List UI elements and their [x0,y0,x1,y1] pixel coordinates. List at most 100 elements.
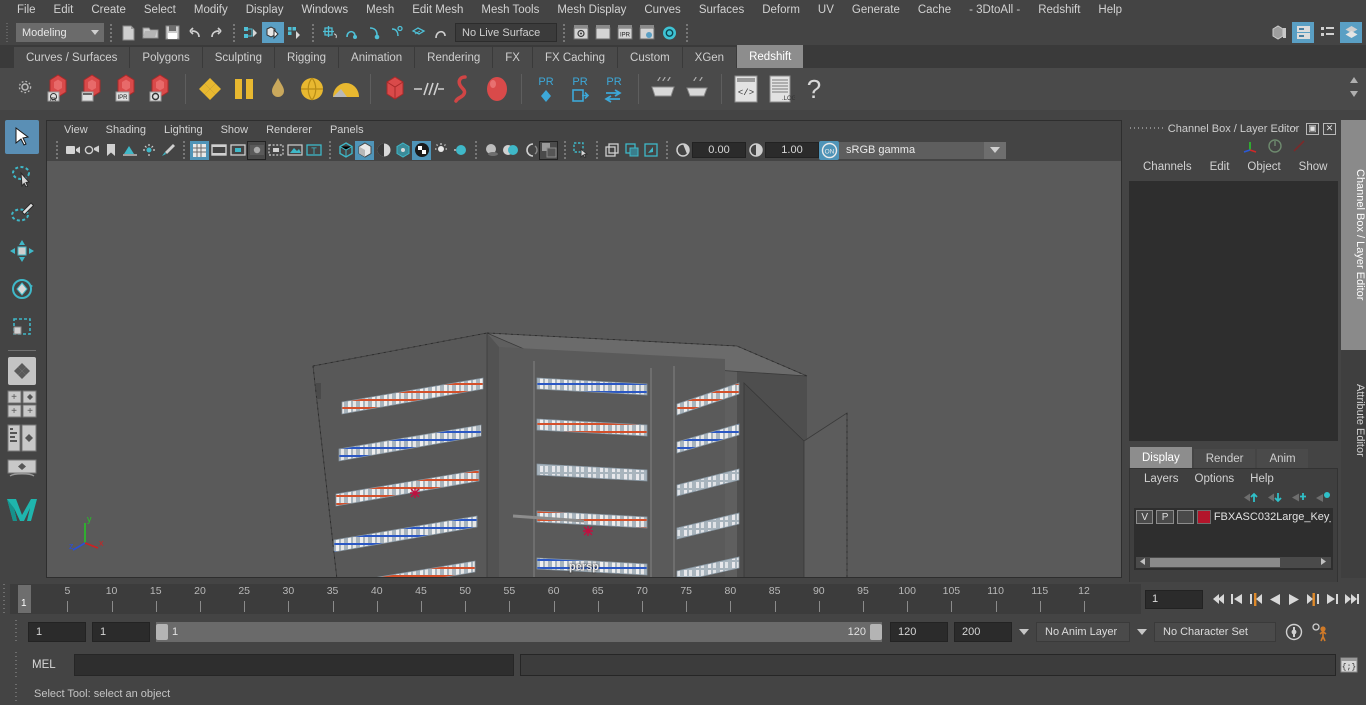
snap-to-curve-icon[interactable] [341,22,363,43]
menu-item-modify[interactable]: Modify [185,0,237,20]
shadows-icon[interactable] [482,141,501,160]
layer-tab-anim[interactable]: Anim [1257,449,1308,468]
range-slider-bar[interactable]: 1 120 [156,622,882,642]
layer-name[interactable]: FBXASC032Large_Key_C [1214,511,1331,523]
redshift-render-sequence-icon[interactable] [76,70,110,108]
redshift-render-settings-icon[interactable] [144,70,178,108]
pr-export-icon[interactable]: PR [563,70,597,108]
step-forward-frame-icon[interactable] [1304,588,1322,610]
menu-item-edit[interactable]: Edit [45,0,83,20]
channel-box-content[interactable] [1129,181,1338,441]
ao-icon[interactable] [501,141,520,160]
layer-playback-toggle[interactable]: P [1156,510,1174,524]
time-slider[interactable]: 1 5 10 15 20 25 30 35 40 45 50 55 60 65 70 75 80 85 90 95 10… [10,584,1141,614]
rs-volume-icon[interactable] [412,70,446,108]
multisample-icon[interactable] [539,140,558,160]
close-icon[interactable]: ✕ [1323,122,1336,135]
last-tool-icon[interactable] [8,357,36,385]
step-back-frame-icon[interactable] [1247,588,1265,610]
color-management-dropdown-arrow[interactable] [984,141,1006,159]
two-sided-lighting-icon[interactable] [139,141,158,160]
grid-toggle-icon[interactable] [190,140,209,160]
snap-to-projected-center-icon[interactable] [385,22,407,43]
scrollbar-thumb[interactable] [1150,558,1280,567]
menu-item-create[interactable]: Create [82,0,135,20]
resolution-gate-icon[interactable] [228,141,247,160]
layer-list-horizontal-scrollbar[interactable] [1136,557,1331,568]
channel-box-menu-show[interactable]: Show [1290,161,1337,173]
menu-item-windows[interactable]: Windows [292,0,357,20]
shelf-tab-animation[interactable]: Animation [339,47,416,68]
lighting-tool-icon[interactable] [158,141,177,160]
attribute-circle-icon[interactable] [1267,138,1283,154]
color-management-toggle-icon[interactable]: ON [819,140,839,160]
new-layer-icon[interactable] [1291,491,1307,504]
status-line-grip[interactable] [4,21,12,44]
checker-shading-icon[interactable] [412,140,431,160]
toolbar-separator-3[interactable] [308,23,317,43]
viewport-menu-view[interactable]: View [55,121,97,139]
viewport-menu-panels[interactable]: Panels [321,121,373,139]
scroll-right-arrow-icon[interactable] [1319,557,1328,569]
menu-item-help[interactable]: Help [1089,0,1131,20]
layer-tab-render[interactable]: Render [1193,449,1256,468]
command-input[interactable] [74,654,514,676]
rs-help-icon[interactable]: ? [797,70,831,108]
move-layer-down-icon[interactable] [1267,491,1283,504]
rs-physical-sun-icon[interactable] [329,70,363,108]
snapshot-icon[interactable] [641,141,660,160]
layer-menu-help[interactable]: Help [1242,473,1282,485]
layer-row[interactable]: V P FBXASC032Large_Key_C [1134,508,1333,526]
animation-end-field[interactable]: 200 [954,622,1012,642]
shelf-tab-custom[interactable]: Custom [618,47,683,68]
save-scene-icon[interactable] [161,22,183,43]
use-default-light-icon[interactable] [431,141,450,160]
range-left-handle[interactable] [156,624,168,640]
show-hide-modeling-toolkit-icon[interactable] [1268,22,1290,43]
color-management-field[interactable]: sRGB gamma [839,141,984,159]
rs-dome-light-icon[interactable] [295,70,329,108]
gamma-value[interactable]: 1.00 [765,142,819,158]
texture-icon[interactable]: T [304,141,323,160]
menu-item-select[interactable]: Select [135,0,185,20]
viewport-menu-lighting[interactable]: Lighting [155,121,212,139]
open-scene-icon[interactable] [139,22,161,43]
current-frame-field[interactable]: 1 [1145,589,1203,609]
toolbar-separator-2[interactable] [229,23,238,43]
step-forward-key-icon[interactable] [1323,588,1341,610]
show-hide-tool-settings-icon[interactable] [1316,22,1338,43]
menu-set-selector[interactable]: Modeling [16,23,104,42]
layer-color-swatch[interactable] [1197,510,1211,524]
bookmark-icon[interactable] [101,141,120,160]
render-current-frame-icon[interactable] [592,22,614,43]
gamma-icon[interactable] [746,141,765,160]
viewport-menu-show[interactable]: Show [212,121,258,139]
menu-item-edit-mesh[interactable]: Edit Mesh [403,0,472,20]
panel-grip-right[interactable] [1271,123,1297,134]
wireframe-shading-icon[interactable] [336,141,355,160]
range-right-handle[interactable] [870,624,882,640]
manipulator-axes-icon[interactable] [1241,138,1259,154]
shelf-tab-fx[interactable]: FX [493,47,533,68]
rs-sphere-icon[interactable] [480,70,514,108]
motion-blur-icon[interactable] [520,141,539,160]
viewport-3d-canvas[interactable]: y z x persp [47,161,1121,577]
redshift-render-view-icon[interactable]: RV [42,70,76,108]
vertical-tab-channel-box[interactable]: Channel Box / Layer Editor [1341,120,1366,350]
exposure-icon[interactable] [673,141,692,160]
snap-to-grid-icon[interactable] [319,22,341,43]
live-surface-field[interactable]: No Live Surface [455,23,557,42]
script-editor-icon[interactable]: {;} [1338,654,1360,676]
command-line-grip[interactable] [12,652,22,678]
smooth-shading-icon[interactable] [355,140,374,160]
menu-item-redshift[interactable]: Redshift [1029,0,1089,20]
image-plane-icon[interactable] [120,141,139,160]
shelf-scroll-arrows[interactable] [1348,74,1360,100]
menu-item-display[interactable]: Display [237,0,293,20]
layer-tab-display[interactable]: Display [1130,447,1192,468]
rs-log-icon[interactable]: .LOG [763,70,797,108]
paint-select-tool-icon[interactable] [5,196,39,230]
layer-visibility-toggle[interactable]: V [1136,510,1154,524]
step-back-key-icon[interactable] [1228,588,1246,610]
animation-preferences-icon[interactable] [1310,622,1330,642]
